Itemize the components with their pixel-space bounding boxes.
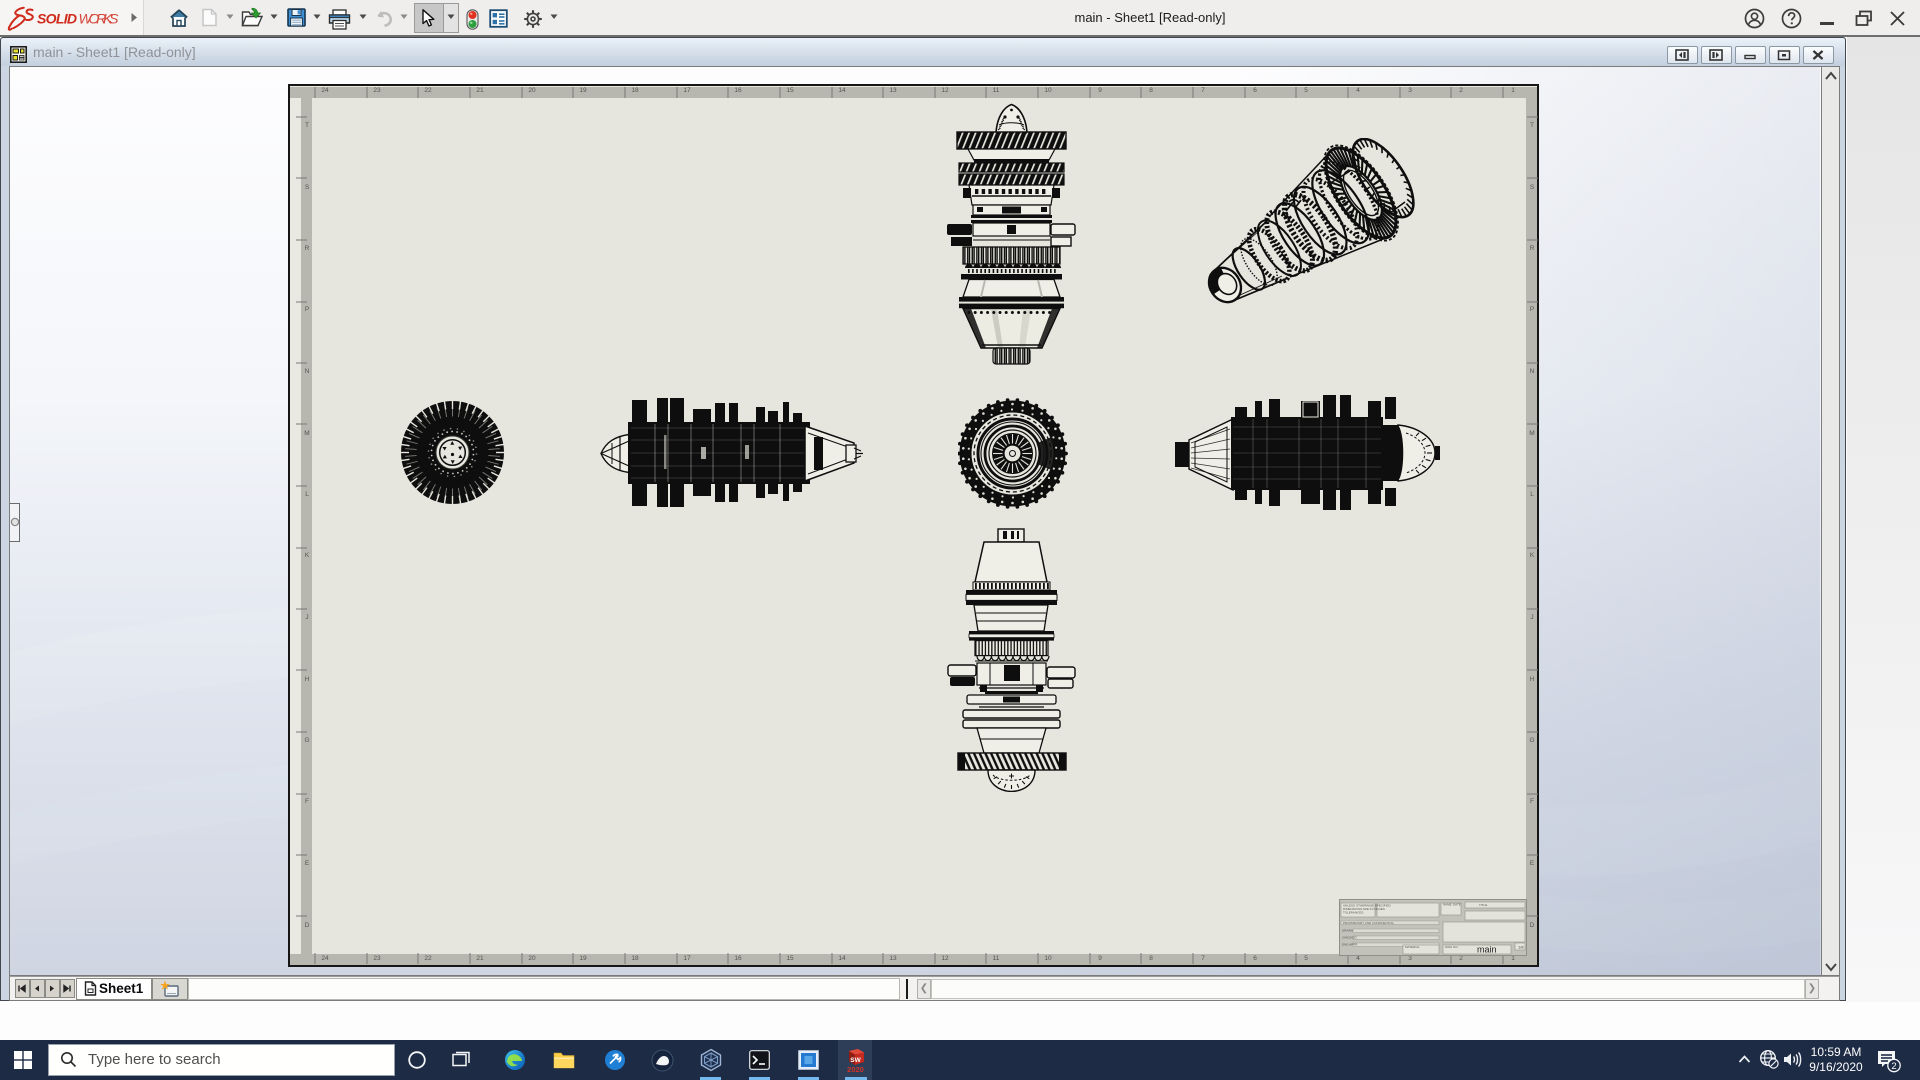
svg-text:ENG APPR.: ENG APPR.: [1342, 943, 1358, 947]
svg-text:TOLERANCES:: TOLERANCES:: [1343, 911, 1364, 915]
svg-text:main: main: [1477, 945, 1497, 955]
svg-text:NAME: NAME: [1443, 903, 1452, 907]
svg-text:DWG NO.: DWG NO.: [1445, 945, 1459, 949]
svg-text:WORKS: WORKS: [79, 11, 120, 27]
svg-text:PROPRIETARY AND CONFIDENTIAL: PROPRIETARY AND CONFIDENTIAL: [1343, 921, 1394, 925]
svg-text:SW: SW: [850, 1057, 861, 1064]
svg-text:2020: 2020: [847, 1065, 864, 1073]
svg-text:2: 2: [1891, 1061, 1896, 1072]
svg-text:1/8: 1/8: [1518, 945, 1524, 950]
svg-text:DRAWN: DRAWN: [1342, 929, 1353, 933]
svg-text:TITLE:: TITLE:: [1479, 903, 1488, 907]
svg-text:MATERIAL: MATERIAL: [1405, 945, 1420, 949]
svg-text:CHECKED: CHECKED: [1342, 936, 1358, 940]
svg-text:DATE: DATE: [1453, 903, 1461, 907]
svg-text:SOLID: SOLID: [37, 11, 77, 27]
